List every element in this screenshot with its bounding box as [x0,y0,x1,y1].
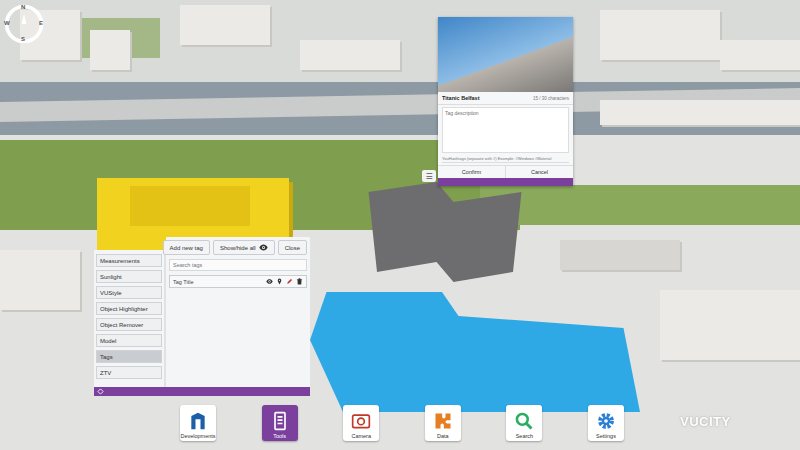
content-spacer [169,292,307,384]
tools-icon [270,411,290,431]
data-icon [433,411,453,431]
button-label: Add new tag [170,245,203,251]
sidebar-item[interactable]: Model [96,334,162,347]
tools-buttons: Add new tag Show/hide all Close [169,240,307,255]
compass-letter: E [39,20,43,26]
tools-panel: Measurements Sunlight VUStyle Object Highli… [94,237,310,396]
tools-body: Measurements Sunlight VUStyle Object Highli… [94,237,310,387]
add-tag-button[interactable]: Add new tag [163,240,210,255]
compass-letter: W [4,20,10,26]
vucity-logo: VUCITY [680,414,731,429]
toolbar-label: Developments [180,433,215,439]
sidebar-item[interactable]: ZTV [96,366,162,379]
camera-button[interactable]: Camera [343,405,379,441]
toolbar-label: Camera [351,433,371,439]
tag-search[interactable] [169,259,307,271]
sidebar-item[interactable]: Object Highlighter [96,302,162,315]
confirm-button[interactable]: Confirm [438,166,506,178]
close-button[interactable]: Close [278,240,307,255]
eye-icon [259,243,268,252]
sidebar-item[interactable]: Tags [96,350,162,363]
settings-button[interactable]: Settings [588,405,624,441]
compass-letter: N [21,4,25,10]
tag-row-title: Tag Title [173,279,193,285]
tag-description[interactable] [442,107,569,153]
search-button[interactable]: Search [506,405,542,441]
popup-buttons: ConfirmCancel [438,165,573,178]
tools-bottom-bar [94,387,310,396]
toolbar-label: Settings [596,433,616,439]
tag-title-input[interactable]: Titanic Belfast [442,95,480,101]
camera-icon [351,411,371,431]
settings-icon [596,411,616,431]
pencil-icon[interactable] [286,278,293,285]
show-hide-button[interactable]: Show/hide all [213,240,275,255]
sidebar-item[interactable]: Object Remover [96,318,162,331]
developments-button[interactable]: Developments [180,405,216,441]
eye-icon[interactable] [266,278,273,285]
tools-sidebar: Measurements Sunlight VUStyle Object Highli… [94,250,164,387]
compass-letter: S [21,36,25,42]
button-label: Close [285,245,300,251]
popup-bottom-bar [438,178,573,186]
compass[interactable]: N E S W [4,4,44,44]
tag-row-actions [266,278,303,285]
button-label: Show/hide all [220,245,256,251]
toolbar-label: Tools [273,433,286,439]
tag-row[interactable]: Tag Title [169,275,307,288]
developments-icon [188,411,208,431]
tools-button[interactable]: Tools [262,405,298,441]
sidebar-item[interactable]: Sunlight [96,270,162,283]
tools-content: Add new tag Show/hide all Close Tag Title [166,237,310,387]
hashtags-input[interactable] [442,155,569,163]
search-icon [514,411,534,431]
toolbar-label: Data [437,433,449,439]
char-counter: 15 / 30 characters [533,96,569,101]
pin-icon[interactable] [276,278,283,285]
tag-title-row: Titanic Belfast 15 / 30 characters [438,92,573,105]
trash-icon[interactable] [296,278,303,285]
tag-photo [438,17,573,92]
data-button[interactable]: Data [425,405,461,441]
popup-menu-button[interactable]: ☰ [422,170,436,182]
collapse-icon[interactable] [97,388,104,395]
sidebar-item[interactable]: Measurements [96,254,162,267]
cancel-button[interactable]: Cancel [506,166,573,178]
sidebar-item[interactable]: VUStyle [96,286,162,299]
bottom-toolbar: Developments Tools Camera Data Search Setting… [180,405,624,441]
tag-popup: Titanic Belfast 15 / 30 characters Confirm… [438,17,573,186]
toolbar-label: Search [516,433,533,439]
